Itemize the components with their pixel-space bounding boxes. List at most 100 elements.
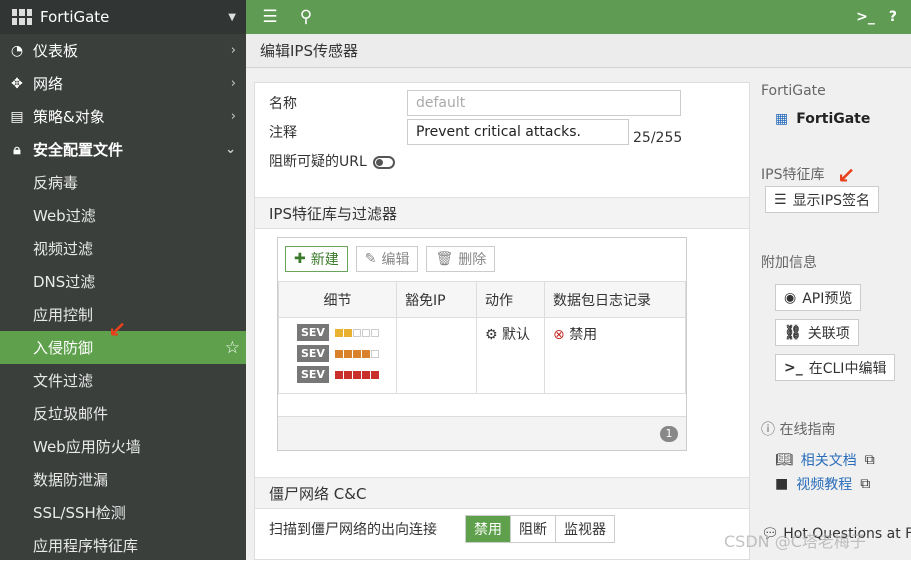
- sidebar-item-label: 仪表板: [33, 42, 79, 60]
- sidebar-header[interactable]: FortiGate ▼: [0, 0, 246, 34]
- disabled-x-icon: ⊗: [553, 327, 565, 343]
- sidebar-subitem[interactable]: 反垃圾邮件: [0, 397, 246, 430]
- chevron-down-icon: ⌄: [225, 142, 236, 157]
- ips-sensor-form: 名称 default 注释 Prevent critical attacks. …: [254, 82, 750, 560]
- lock-icon: 🔒︎: [13, 141, 21, 158]
- sidebar-subitem[interactable]: Web过滤: [0, 199, 246, 232]
- edit-button[interactable]: ✎ 编辑: [355, 246, 419, 272]
- table-footer: 1: [278, 416, 686, 450]
- sidebar-subitem[interactable]: 文件过滤: [0, 364, 246, 397]
- column-header[interactable]: 豁免IP: [396, 281, 477, 318]
- comment-label: 注释: [269, 125, 297, 141]
- video-link-label: 视频教程: [796, 477, 853, 493]
- right-panel: FortiGate ▦ FortiGate IPS特征库 ☰ 显示IPS签名 ↙ 附…: [761, 68, 911, 560]
- chevron-right-icon: ›: [230, 43, 236, 58]
- sidebar-subitem[interactable]: 数据防泄漏: [0, 463, 246, 496]
- api-preview-button[interactable]: ◉ API预览: [775, 284, 862, 311]
- docs-link[interactable]: 📖︎ 相关文档 ⧉: [775, 450, 875, 470]
- name-field[interactable]: default: [407, 90, 681, 116]
- sidebar-subitem[interactable]: 视频过滤: [0, 232, 246, 265]
- gear-icon: ⚙: [485, 327, 498, 343]
- show-ips-signatures-button[interactable]: ☰ 显示IPS签名: [765, 186, 880, 213]
- column-header[interactable]: 动作: [476, 281, 545, 318]
- botnet-section-header: 僵尸网络 C&C: [255, 477, 749, 509]
- sidebar-item-dashboard[interactable]: ◔ 仪表板 ›: [0, 34, 246, 67]
- help-button[interactable]: ?: [889, 9, 897, 25]
- device-name-label: FortiGate: [796, 111, 871, 127]
- extra-info-label: 附加信息: [761, 255, 817, 271]
- network-icon: ✥: [11, 75, 23, 92]
- details-cell: SEV SEV SEV: [278, 317, 397, 394]
- sidebar: FortiGate ▼ ◔ 仪表板 › ✥ 网络 › ▤ 策略&对象 › 🔒︎ …: [0, 0, 246, 560]
- sidebar-item-security-profiles[interactable]: 🔒︎ 安全配置文件 ⌄: [0, 133, 246, 166]
- fortigate-device-icon: ▦: [775, 111, 789, 127]
- api-preview-label: API预览: [802, 290, 853, 307]
- botnet-option-disable[interactable]: 禁用: [466, 516, 511, 542]
- action-value: 默认: [502, 327, 531, 343]
- sidebar-item-network[interactable]: ✥ 网络 ›: [0, 67, 246, 100]
- eye-icon: ◉: [784, 289, 797, 306]
- references-button[interactable]: ⛓ 关联项: [775, 319, 859, 346]
- column-header[interactable]: 数据包日志记录: [544, 281, 686, 318]
- edit-in-cli-button[interactable]: >_ 在CLI中编辑: [775, 354, 896, 381]
- filters-table-container: ✚ 新建 ✎ 编辑 🗑︎ 删除 细节 豁免IP 动作 数据包日志记录 SEV SEV …: [277, 237, 687, 451]
- delete-button[interactable]: 🗑︎ 删除: [426, 246, 496, 272]
- chevron-right-icon: ›: [230, 76, 236, 91]
- botnet-option-monitor[interactable]: 监视器: [556, 516, 614, 542]
- chevron-right-icon: ›: [230, 109, 236, 124]
- top-toolbar: ☰ ⚲ >_ ?: [246, 0, 911, 34]
- video-link[interactable]: ■ 视频教程 ⧉: [775, 474, 870, 494]
- sidebar-subitem[interactable]: DNS过滤: [0, 265, 246, 298]
- show-ips-signatures-label: 显示IPS签名: [792, 192, 871, 209]
- sidebar-item-label: 网络: [33, 75, 64, 93]
- hamburger-icon[interactable]: ☰: [258, 7, 282, 27]
- device-name[interactable]: ▦ FortiGate: [775, 111, 870, 127]
- sidebar-item-policy[interactable]: ▤ 策略&对象 ›: [0, 100, 246, 133]
- dashboard-icon: ◔: [10, 42, 24, 59]
- botnet-mode-selector: 禁用 阻断 监视器: [465, 515, 615, 543]
- table-header-row: 细节 豁免IP 动作 数据包日志记录: [278, 281, 686, 318]
- sidebar-item-label: 策略&对象: [33, 108, 105, 126]
- cli-console-button[interactable]: >_: [856, 9, 875, 25]
- page-title: 编辑IPS传感器: [246, 34, 911, 68]
- pencil-icon: ✎: [364, 251, 377, 267]
- caret-down-icon[interactable]: ▼: [228, 12, 236, 23]
- sidebar-item-label: 安全配置文件: [33, 141, 124, 159]
- table-row[interactable]: SEV SEV SEV ⚙ 默认 ⊗ 禁用: [278, 317, 686, 394]
- block-url-row: 阻断可疑的URL: [269, 151, 395, 171]
- sev-badge: SEV: [297, 324, 329, 341]
- comment-field[interactable]: Prevent critical attacks.: [407, 119, 629, 145]
- botnet-option-block[interactable]: 阻断: [511, 516, 556, 542]
- new-button-label: 新建: [310, 252, 339, 268]
- block-url-toggle[interactable]: [372, 155, 395, 169]
- column-header[interactable]: 细节: [278, 281, 397, 318]
- star-icon[interactable]: ☆: [225, 338, 240, 358]
- row-count-badge: 1: [660, 426, 678, 442]
- severity-low: SEV: [297, 324, 388, 341]
- trash-icon: 🗑︎: [435, 251, 454, 267]
- sidebar-subitem[interactable]: 应用程序特征库: [0, 529, 246, 562]
- delete-button-label: 删除: [458, 252, 487, 268]
- edit-in-cli-label: 在CLI中编辑: [808, 360, 887, 377]
- sev-badge: SEV: [297, 366, 329, 383]
- packet-log-cell: ⊗ 禁用: [544, 317, 686, 394]
- sidebar-subitem-label: 入侵防御: [33, 339, 94, 357]
- terminal-icon: >_: [784, 359, 803, 376]
- severity-high: SEV: [297, 366, 388, 383]
- packet-log-value: 禁用: [569, 327, 598, 343]
- new-button[interactable]: ✚ 新建: [285, 246, 348, 272]
- fortinet-logo-icon: [12, 9, 32, 25]
- sidebar-subitem[interactable]: Web应用防火墙: [0, 430, 246, 463]
- external-link-icon: ⧉: [864, 452, 875, 468]
- ips-label: IPS特征库: [761, 167, 825, 183]
- app-title: FortiGate: [40, 8, 110, 26]
- list-icon: ☰: [774, 191, 787, 208]
- sidebar-subitem[interactable]: 反病毒: [0, 166, 246, 199]
- search-icon[interactable]: ⚲: [294, 7, 318, 27]
- online-guide-text: 在线指南: [779, 422, 836, 438]
- sidebar-subitem[interactable]: SSL/SSH检测: [0, 496, 246, 529]
- policy-icon: ▤: [10, 108, 24, 125]
- action-cell: ⚙ 默认: [476, 317, 545, 394]
- external-link-icon: ⧉: [860, 476, 871, 492]
- link-icon: ⛓: [784, 324, 802, 341]
